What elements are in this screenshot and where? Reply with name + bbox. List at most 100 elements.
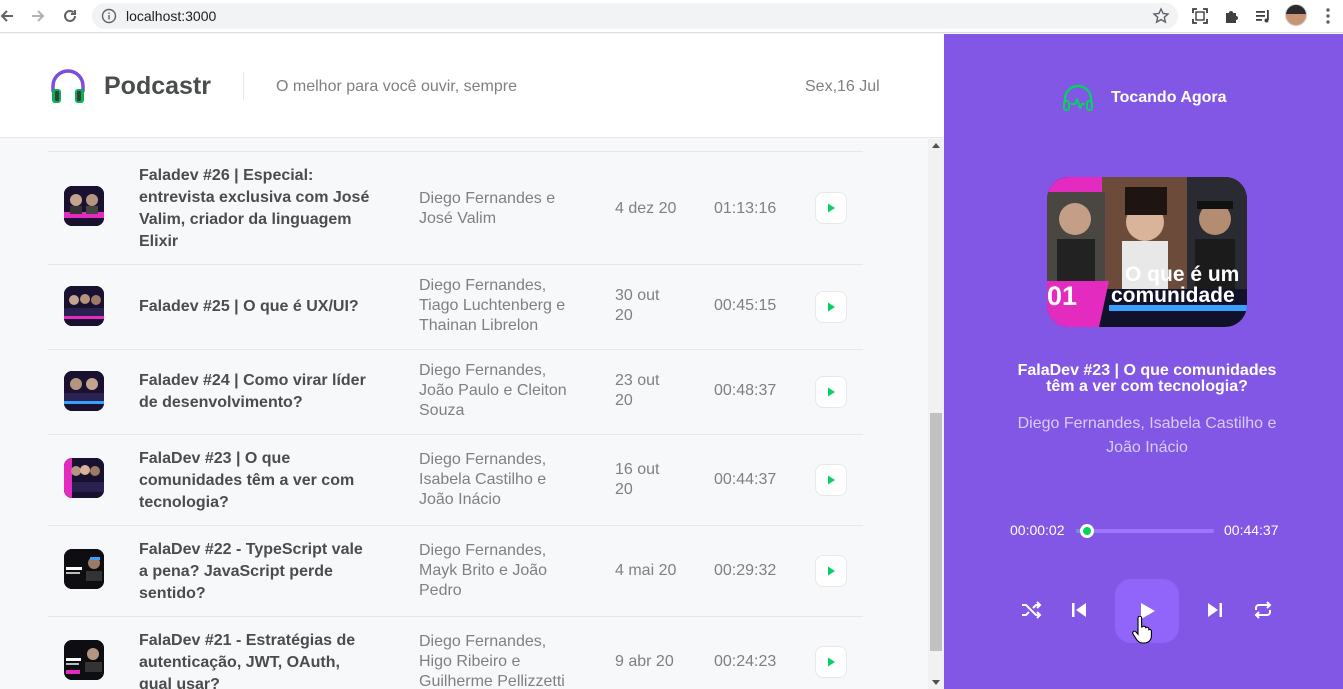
episode-title-line[interactable]: qual usar? — [139, 674, 389, 689]
episode-thumbnail[interactable] — [64, 286, 104, 326]
player-panel: Tocando Agora O que é um comunidade 01 F… — [944, 34, 1343, 689]
episode-row[interactable]: FalaDev #22 - TypeScript vale a pena? Ja… — [48, 526, 863, 617]
scroll-up-arrow-icon[interactable] — [932, 143, 940, 148]
episode-thumbnail[interactable] — [64, 640, 104, 680]
browser-menu-icon[interactable] — [1318, 6, 1338, 26]
back-arrow-icon[interactable] — [0, 3, 20, 29]
episode-title[interactable]: Faladev #26 | Especial: entrevista exclu… — [139, 165, 389, 253]
now-playing-title-line: têm a ver com tecnologia? — [1046, 378, 1248, 395]
browser-toolbar: localhost:3000 — [0, 0, 1343, 33]
episode-title-line[interactable]: autenticação, JWT, OAuth, — [139, 652, 389, 674]
url-text[interactable]: localhost:3000 — [126, 8, 216, 24]
episode-row[interactable]: Faladev #26 | Especial: entrevista exclu… — [48, 152, 863, 265]
episode-title-line[interactable]: Elixir — [139, 231, 389, 253]
scroll-down-arrow-icon[interactable] — [932, 680, 940, 685]
episode-thumbnail[interactable] — [64, 186, 104, 226]
episode-thumbnail[interactable] — [64, 458, 104, 498]
previous-button[interactable] — [1066, 597, 1092, 623]
skip-next-icon — [1208, 603, 1222, 617]
episode-members-line: José Valim — [419, 210, 497, 227]
play-episode-button[interactable] — [815, 646, 847, 678]
episode-title-line[interactable]: Faladev #24 | Como virar líder — [139, 370, 389, 392]
now-playing-members-line: João Inácio — [1106, 439, 1188, 456]
header-divider — [243, 72, 244, 100]
episode-list[interactable]: Faladev #26 | Especial: entrevista exclu… — [0, 139, 928, 689]
episode-members: Diego Fernandes, Mayk Brito e João Pedro — [419, 541, 589, 601]
episode-title[interactable]: FalaDev #22 - TypeScript vale a pena? Ja… — [139, 539, 389, 605]
episode-members-line: Isabela Castilho e — [419, 471, 547, 488]
play-episode-button[interactable] — [815, 464, 847, 496]
episode-members-line: Higo Ribeiro e — [419, 653, 521, 670]
episode-row[interactable]: FalaDev #21 - Estratégias de autenticaçã… — [48, 617, 863, 689]
screen-capture-icon[interactable] — [1189, 5, 1211, 27]
now-playing-heading: Tocando Agora — [1111, 89, 1227, 106]
episode-title-line[interactable]: comunidades têm a ver com — [139, 470, 389, 492]
episode-title-line[interactable]: a pena? JavaScript perde — [139, 561, 389, 583]
profile-avatar[interactable] — [1285, 4, 1307, 26]
episode-row[interactable]: FalaDev #23 | O que comunidades têm a ve… — [48, 435, 863, 526]
episode-duration: 00:48:37 — [714, 382, 777, 399]
episode-members-line: Pedro — [419, 582, 462, 599]
episode-thumbnail[interactable] — [64, 549, 104, 589]
episode-title-line[interactable]: tecnologia? — [139, 492, 389, 514]
skip-previous-icon — [1072, 603, 1086, 617]
reload-icon[interactable] — [57, 3, 83, 29]
episode-thumbnail[interactable] — [64, 371, 104, 411]
episode-members-line: Thainan Librelon — [419, 317, 539, 334]
episode-title-line[interactable]: sentido? — [139, 583, 389, 605]
progress-slider-handle[interactable] — [1080, 524, 1094, 538]
episode-duration: 01:13:16 — [714, 200, 777, 217]
episode-row[interactable]: Faladev #25 | O que é UX/UI? Diego Ferna… — [48, 265, 863, 350]
headphones-icon[interactable] — [48, 67, 88, 107]
episode-title-line[interactable]: FalaDev #23 | O que — [139, 448, 389, 470]
repeat-button[interactable] — [1250, 597, 1276, 623]
play-episode-button[interactable] — [815, 291, 847, 323]
episode-cover: O que é um comunidade 01 — [1047, 177, 1247, 327]
episode-title[interactable]: Faladev #25 | O que é UX/UI? — [139, 296, 389, 318]
current-time: 00:00:02 — [1010, 522, 1065, 538]
episode-title-line[interactable]: FalaDev #22 - TypeScript vale — [139, 539, 389, 561]
episode-title-line[interactable]: Valim, criador da linguagem — [139, 209, 389, 231]
cover-text-line: comunidade — [1111, 284, 1235, 307]
episode-duration: 00:29:32 — [714, 562, 777, 579]
episode-members-line: Diego Fernandes, — [419, 451, 547, 468]
episode-title-line[interactable]: entrevista exclusiva com José — [139, 187, 389, 209]
episode-members-line: Souza — [419, 402, 465, 419]
bookmark-star-icon[interactable] — [1152, 7, 1170, 25]
episode-title-line[interactable]: Faladev #25 | O que é UX/UI? — [139, 296, 389, 318]
progress-slider[interactable] — [1076, 529, 1214, 533]
episode-members-line: Guilherme Pellizzetti — [419, 673, 565, 689]
play-episode-button[interactable] — [815, 555, 847, 587]
play-episode-button[interactable] — [815, 376, 847, 408]
episode-row[interactable]: Faladev #24 | Como virar líder de desenv… — [48, 350, 863, 435]
play-icon — [828, 203, 835, 213]
shuffle-button[interactable] — [1018, 597, 1044, 623]
episode-title-line[interactable]: de desenvolvimento? — [139, 392, 389, 414]
episode-members: Diego Fernandes e José Valim — [419, 189, 589, 229]
episode-members: Diego Fernandes, Tiago Luchtenberg e Tha… — [419, 276, 589, 336]
media-control-icon[interactable] — [1252, 5, 1274, 27]
episode-members-line: Diego Fernandes, — [419, 542, 547, 559]
episode-title[interactable]: FalaDev #23 | O que comunidades têm a ve… — [139, 448, 389, 514]
play-episode-button[interactable] — [815, 192, 847, 224]
forward-arrow-icon[interactable] — [25, 3, 51, 29]
now-playing-members-line: Diego Fernandes, Isabela Castilho e — [1017, 415, 1277, 432]
episode-members-line: Diego Fernandes e — [419, 190, 556, 207]
next-button[interactable] — [1202, 597, 1228, 623]
play-icon — [828, 475, 835, 485]
address-bar[interactable]: localhost:3000 — [92, 3, 1178, 29]
episode-title-line[interactable]: Faladev #26 | Especial: — [139, 165, 389, 187]
tagline: O melhor para você ouvir, sempre — [276, 78, 517, 95]
scrollbar-thumb[interactable] — [930, 413, 942, 651]
brand-name[interactable]: Podcastr — [104, 72, 211, 101]
episode-duration: 00:45:15 — [714, 297, 777, 314]
episode-duration: 00:44:37 — [714, 471, 777, 488]
episode-date: 23 out 20 — [615, 371, 695, 411]
episode-title[interactable]: FalaDev #21 - Estratégias de autenticaçã… — [139, 630, 389, 689]
episode-date-line: 20 — [615, 392, 633, 409]
info-icon[interactable] — [101, 8, 117, 24]
list-scrollbar[interactable] — [928, 139, 944, 689]
extensions-puzzle-icon[interactable] — [1221, 5, 1243, 27]
episode-title-line[interactable]: FalaDev #21 - Estratégias de — [139, 630, 389, 652]
episode-title[interactable]: Faladev #24 | Como virar líder de desenv… — [139, 370, 389, 414]
